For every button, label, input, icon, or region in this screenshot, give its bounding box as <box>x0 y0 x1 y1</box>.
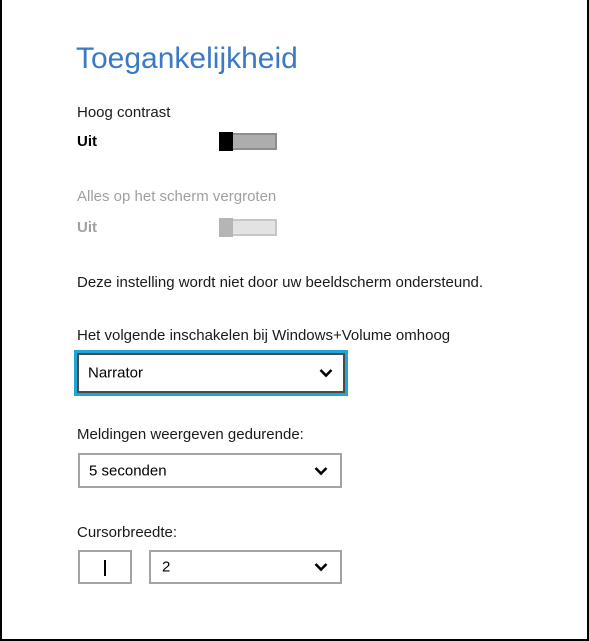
high-contrast-toggle[interactable] <box>219 132 277 151</box>
high-contrast-state: Uit <box>77 133 97 150</box>
chevron-down-icon <box>314 466 328 475</box>
text-cursor-icon <box>104 560 106 576</box>
notifications-selected: 5 seconden <box>89 462 167 479</box>
high-contrast-label: Hoog contrast <box>77 104 171 121</box>
toggle-thumb <box>219 132 233 151</box>
magnify-toggle <box>219 218 277 237</box>
chevron-down-icon <box>319 369 333 378</box>
magnify-label: Alles op het scherm vergroten <box>77 188 277 205</box>
cursor-width-selected: 2 <box>162 558 171 576</box>
settings-pane: Toegankelijkheid Hoog contrast Uit Alles… <box>0 0 589 641</box>
win-volume-dropdown[interactable]: Narrator <box>74 350 348 396</box>
page-title: Toegankelijkheid <box>76 42 298 75</box>
chevron-down-icon <box>314 563 328 572</box>
toggle-thumb <box>219 218 233 237</box>
cursor-preview <box>78 550 132 584</box>
cursor-width-label: Cursorbreedte: <box>77 524 178 541</box>
unsupported-note: Deze instelling wordt niet door uw beeld… <box>77 274 484 291</box>
magnify-state: Uit <box>77 219 97 236</box>
win-volume-selected: Narrator <box>88 364 144 382</box>
notifications-label: Meldingen weergeven gedurende: <box>77 426 304 443</box>
win-volume-label: Het volgende inschakelen bij Windows+Vol… <box>77 327 451 344</box>
cursor-width-dropdown[interactable]: 2 <box>149 550 342 584</box>
notifications-dropdown[interactable]: 5 seconden <box>78 453 342 488</box>
